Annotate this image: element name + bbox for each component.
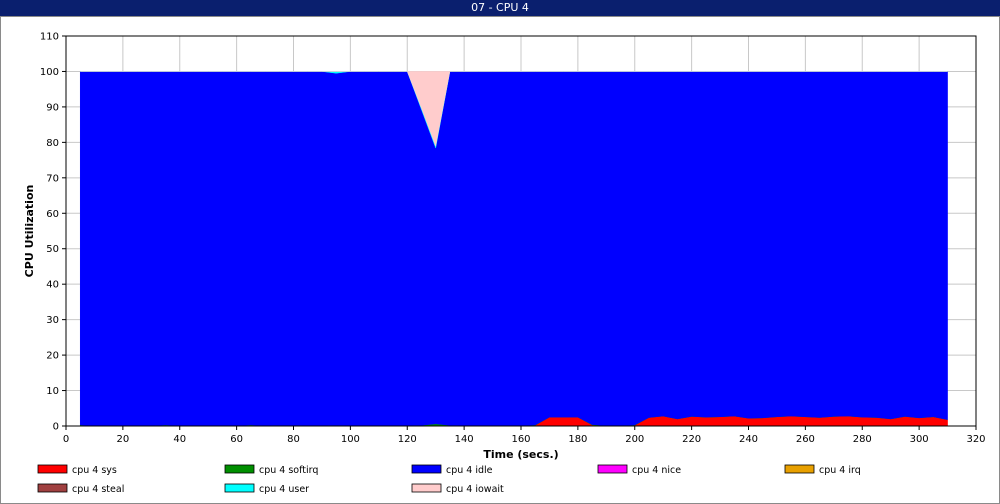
x-tick-label: 0 [63,434,69,445]
legend-label-cpu-4-irq: cpu 4 irq [819,465,861,476]
x-tick-label: 40 [173,434,186,445]
legend-label-cpu-4-idle: cpu 4 idle [446,465,493,476]
series-areas [79,71,948,427]
legend-swatch-cpu-4-nice [597,464,628,474]
legend-swatch-cpu-4-irq [784,464,815,474]
x-tick-label: 300 [910,434,929,445]
x-tick-label: 20 [117,434,130,445]
legend-label-cpu-4-steal: cpu 4 steal [72,484,124,495]
y-tick-label: 100 [40,67,59,78]
x-tick-label: 200 [625,434,644,445]
legend-label-cpu-4-iowait: cpu 4 iowait [446,484,504,495]
y-axis-label: CPU Utilization [23,185,36,278]
y-tick-label: 10 [46,386,59,397]
x-tick-label: 160 [511,434,530,445]
x-tick-label: 140 [455,434,474,445]
y-tick-label: 90 [46,102,59,113]
legend-swatch-cpu-4-sys [37,464,68,474]
x-tick-label: 60 [230,434,243,445]
legend: cpu 4 sys cpu 4 softirq cpu 4 idle cpu 4 ni… [37,464,861,495]
legend-swatch-cpu-4-softirq [224,464,255,474]
x-axis-label: Time (secs.) [483,448,558,461]
y-axis: 0 10 20 30 40 50 60 70 80 90 100 110 [40,32,66,433]
y-tick-label: 0 [53,422,59,433]
y-tick-label: 60 [46,209,59,220]
y-tick-label: 40 [46,280,59,291]
y-tick-label: 20 [46,351,59,362]
cpu-utilization-chart: 0 20 40 60 80 100 120 140 160 180 200 220 240 260 280 3… [23,32,986,496]
legend-swatch-cpu-4-idle [411,464,442,474]
x-tick-label: 120 [398,434,417,445]
legend-label-cpu-4-nice: cpu 4 nice [632,465,681,476]
legend-label-cpu-4-user: cpu 4 user [259,484,309,495]
x-tick-label: 220 [682,434,701,445]
x-tick-label: 280 [853,434,872,445]
legend-swatch-cpu-4-iowait [411,483,442,493]
y-tick-label: 70 [46,173,59,184]
legend-label-cpu-4-sys: cpu 4 sys [72,465,117,476]
x-tick-label: 320 [966,434,985,445]
y-tick-label: 50 [46,244,59,255]
legend-swatch-cpu-4-user [224,483,255,493]
x-tick-label: 80 [287,434,300,445]
y-tick-label: 80 [46,138,59,149]
legend-swatch-cpu-4-steal [37,483,68,493]
y-tick-label: 30 [46,315,59,326]
legend-label-cpu-4-softirq: cpu 4 softirq [259,465,318,476]
chart-panel: 0 20 40 60 80 100 120 140 160 180 200 220 240 260 280 3… [0,16,1000,504]
x-tick-label: 260 [796,434,815,445]
x-tick-label: 240 [739,434,758,445]
x-tick-label: 180 [568,434,587,445]
x-tick-label: 100 [341,434,360,445]
series-area-cpu-4-idle [79,71,948,426]
y-tick-label: 110 [40,32,59,43]
x-axis: 0 20 40 60 80 100 120 140 160 180 200 220 240 260 280 3… [63,426,986,445]
chart-window-title: 07 - CPU 4 [0,0,1000,16]
